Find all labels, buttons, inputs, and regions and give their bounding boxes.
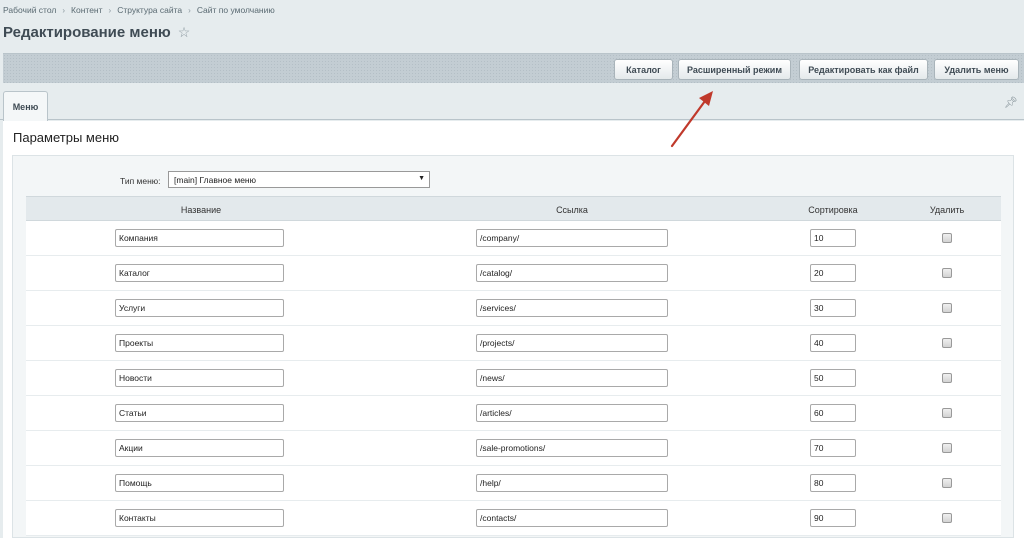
item-name-input[interactable] xyxy=(115,439,284,457)
item-sort-input[interactable] xyxy=(810,509,856,527)
toolbar: Каталог Расширенный режим Редактировать … xyxy=(3,53,1024,83)
item-link-input[interactable] xyxy=(476,404,668,422)
breadcrumb: Рабочий стол › Контент › Структура сайта… xyxy=(3,5,275,15)
item-link-input[interactable] xyxy=(476,229,668,247)
table-row xyxy=(26,466,1001,501)
table-row xyxy=(26,431,1001,466)
breadcrumb-item-structure[interactable]: Структура сайта xyxy=(117,5,182,15)
table-row xyxy=(26,256,1001,291)
edit-as-file-button[interactable]: Редактировать как файл xyxy=(799,59,928,80)
tab-menu[interactable]: Меню xyxy=(3,91,48,121)
menu-items-table: Название Ссылка Сортировка Удалить xyxy=(26,196,1001,536)
item-sort-input[interactable] xyxy=(810,474,856,492)
delete-checkbox[interactable] xyxy=(942,513,952,523)
table-row xyxy=(26,361,1001,396)
delete-checkbox[interactable] xyxy=(942,268,952,278)
menu-type-value: [main] Главное меню xyxy=(174,174,256,185)
delete-checkbox[interactable] xyxy=(942,373,952,383)
item-link-input[interactable] xyxy=(476,439,668,457)
table-row xyxy=(26,291,1001,326)
delete-checkbox[interactable] xyxy=(942,443,952,453)
menu-params-panel: Тип меню: [main] Главное меню ▼ Название… xyxy=(12,155,1014,538)
header-link: Ссылка xyxy=(556,205,588,215)
item-name-input[interactable] xyxy=(115,299,284,317)
chevron-right-icon: › xyxy=(188,5,191,15)
menu-type-select[interactable]: [main] Главное меню ▼ xyxy=(168,171,430,188)
item-name-input[interactable] xyxy=(115,229,284,247)
pin-icon[interactable]: 📌︎ xyxy=(1004,96,1018,109)
delete-checkbox[interactable] xyxy=(942,478,952,488)
table-body xyxy=(26,221,1001,536)
item-link-input[interactable] xyxy=(476,264,668,282)
extended-mode-button[interactable]: Расширенный режим xyxy=(678,59,791,80)
header-delete: Удалить xyxy=(929,205,965,215)
delete-menu-button[interactable]: Удалить меню xyxy=(934,59,1019,80)
delete-checkbox[interactable] xyxy=(942,408,952,418)
page-title: Редактирование меню ☆ xyxy=(3,24,190,41)
item-sort-input[interactable] xyxy=(810,404,856,422)
delete-checkbox[interactable] xyxy=(942,303,952,313)
chevron-right-icon: › xyxy=(108,5,112,15)
page-title-text: Редактирование меню xyxy=(3,24,171,41)
breadcrumb-item-content[interactable]: Контент xyxy=(71,5,103,15)
item-sort-input[interactable] xyxy=(810,369,856,387)
content-area: Параметры меню Тип меню: [main] Главное … xyxy=(3,121,1024,538)
breadcrumb-item-default-site[interactable]: Сайт по умолчанию xyxy=(197,5,275,15)
item-link-input[interactable] xyxy=(476,299,668,317)
star-icon[interactable]: ☆ xyxy=(178,24,191,41)
item-name-input[interactable] xyxy=(115,334,284,352)
tabs-bar: Меню 📌︎ xyxy=(0,87,1024,121)
breadcrumb-item-desktop[interactable]: Рабочий стол xyxy=(3,5,56,15)
item-sort-input[interactable] xyxy=(810,334,856,352)
chevron-right-icon: › xyxy=(62,5,66,15)
item-name-input[interactable] xyxy=(115,404,284,422)
item-link-input[interactable] xyxy=(476,474,668,492)
catalog-button[interactable]: Каталог xyxy=(614,59,673,80)
dropdown-arrow-icon: ▼ xyxy=(418,175,425,182)
item-link-input[interactable] xyxy=(476,334,668,352)
delete-checkbox[interactable] xyxy=(942,338,952,348)
header-name: Название xyxy=(180,205,222,215)
item-link-input[interactable] xyxy=(476,369,668,387)
table-row xyxy=(26,396,1001,431)
item-name-input[interactable] xyxy=(115,369,284,387)
header-sort: Сортировка xyxy=(808,205,858,215)
item-sort-input[interactable] xyxy=(810,439,856,457)
table-row xyxy=(26,221,1001,256)
table-row xyxy=(26,326,1001,361)
item-sort-input[interactable] xyxy=(810,299,856,317)
item-sort-input[interactable] xyxy=(810,229,856,247)
item-name-input[interactable] xyxy=(115,509,284,527)
section-title: Параметры меню xyxy=(13,130,120,145)
table-header: Название Ссылка Сортировка Удалить xyxy=(26,196,1001,221)
table-row xyxy=(26,501,1001,536)
item-sort-input[interactable] xyxy=(810,264,856,282)
item-name-input[interactable] xyxy=(115,264,284,282)
item-link-input[interactable] xyxy=(476,509,668,527)
item-name-input[interactable] xyxy=(115,474,284,492)
delete-checkbox[interactable] xyxy=(942,233,952,243)
menu-type-label: Тип меню: xyxy=(120,176,161,186)
